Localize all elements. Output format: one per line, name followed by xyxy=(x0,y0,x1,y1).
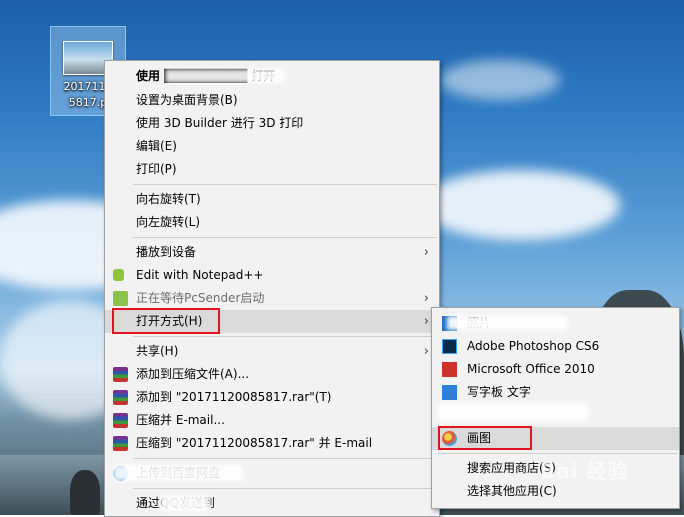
winrar-icon xyxy=(113,367,128,382)
menu-item-pcsender[interactable]: 正在等待PcSender启动 › xyxy=(105,287,439,310)
chevron-right-icon: › xyxy=(423,314,429,329)
submenu-item-office[interactable]: Microsoft Office 2010 xyxy=(432,358,679,381)
menu-item-add-to-archive[interactable]: 添加到压缩文件(A)... xyxy=(105,363,439,386)
menu-item-print[interactable]: 打印(P) xyxy=(105,158,439,181)
person-silhouette xyxy=(70,470,100,515)
menu-separator xyxy=(133,184,437,185)
baidu-watermark: Bai 经验 xyxy=(540,459,629,483)
redaction-mark xyxy=(447,316,567,330)
redaction-mark xyxy=(165,69,285,83)
highlight-paint xyxy=(438,426,532,450)
menu-separator xyxy=(133,237,437,238)
menu-item-compress-email[interactable]: 压缩并 E-mail... xyxy=(105,409,439,432)
winrar-icon xyxy=(113,436,128,451)
chevron-right-icon: › xyxy=(423,344,429,359)
redaction-mark xyxy=(160,495,210,511)
menu-separator xyxy=(133,336,437,337)
winrar-icon xyxy=(113,413,128,428)
menu-item-edit[interactable]: 编辑(E) xyxy=(105,135,439,158)
redaction-mark xyxy=(438,404,588,420)
menu-item-set-wallpaper[interactable]: 设置为桌面背景(B) xyxy=(105,89,439,112)
submenu-item-photoshop[interactable]: Adobe Photoshop CS6 xyxy=(432,335,679,358)
menu-separator xyxy=(133,488,437,489)
winrar-icon xyxy=(113,390,128,405)
menu-item-3d-print[interactable]: 使用 3D Builder 进行 3D 打印 xyxy=(105,112,439,135)
highlight-open-with xyxy=(112,308,220,334)
photoshop-icon xyxy=(442,339,457,354)
menu-item-send-qq[interactable]: 通过QQ发送到 xyxy=(105,492,439,515)
chevron-right-icon: › xyxy=(423,291,429,306)
menu-item-share[interactable]: 共享(H) › xyxy=(105,340,439,363)
menu-item-rotate-right[interactable]: 向右旋转(T) xyxy=(105,188,439,211)
redaction-mark xyxy=(113,465,243,481)
notepad-plus-icon xyxy=(113,269,124,281)
wordpad-icon xyxy=(442,385,457,400)
menu-item-compress-rar-email[interactable]: 压缩到 "20171120085817.rar" 并 E-mail xyxy=(105,432,439,455)
menu-separator xyxy=(133,458,437,459)
menu-item-add-to-rar[interactable]: 添加到 "20171120085817.rar"(T) xyxy=(105,386,439,409)
submenu-item-wordpad[interactable]: 写字板 文字 xyxy=(432,381,679,404)
chevron-right-icon: › xyxy=(423,245,429,260)
menu-item-edit-notepad[interactable]: Edit with Notepad++ xyxy=(105,264,439,287)
menu-item-cast-to-device[interactable]: 播放到设备 › xyxy=(105,241,439,264)
menu-item-rotate-left[interactable]: 向左旋转(L) xyxy=(105,211,439,234)
context-menu: 使用 █████████ 打开 设置为桌面背景(B) 使用 3D Builder… xyxy=(104,60,440,517)
office-icon xyxy=(442,362,457,377)
menu-separator xyxy=(438,453,677,454)
pcsender-icon xyxy=(113,291,128,306)
